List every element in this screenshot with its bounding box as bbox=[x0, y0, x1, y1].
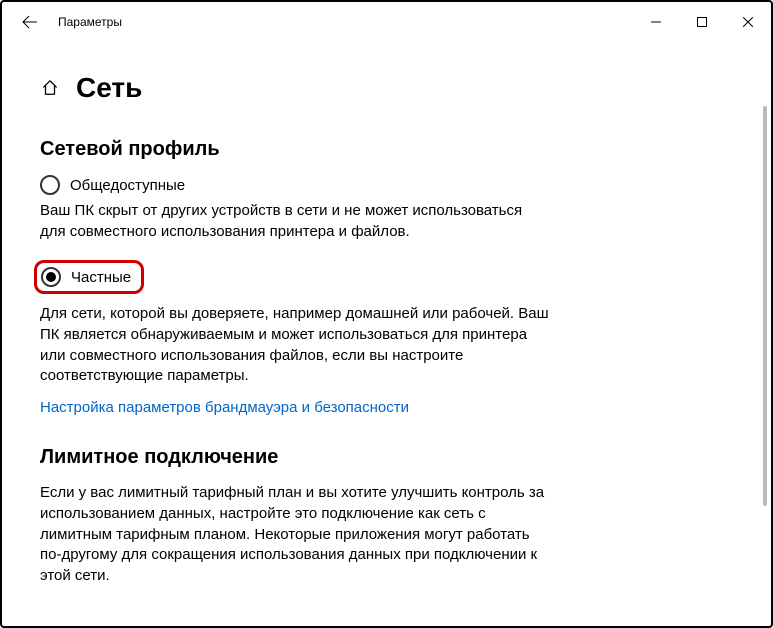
private-description: Для сети, которой вы доверяете, например… bbox=[40, 304, 550, 387]
radio-public-label: Общедоступные bbox=[70, 177, 185, 194]
radio-private[interactable]: Частные bbox=[41, 267, 131, 287]
close-button[interactable] bbox=[725, 2, 771, 42]
firewall-settings-link[interactable]: Настройка параметров брандмауэра и безоп… bbox=[40, 399, 727, 416]
home-icon[interactable] bbox=[40, 78, 60, 98]
metered-description: Если у вас лимитный тарифный план и вы х… bbox=[40, 483, 550, 586]
page-header: Сеть bbox=[40, 72, 727, 104]
page-title: Сеть bbox=[76, 72, 142, 104]
network-profile-heading: Сетевой профиль bbox=[40, 138, 727, 161]
highlight-annotation: Частные bbox=[34, 260, 144, 294]
settings-window: Параметры bbox=[0, 0, 773, 628]
scrollbar-thumb[interactable] bbox=[763, 106, 767, 506]
radio-icon bbox=[41, 267, 61, 287]
arrow-left-icon bbox=[22, 14, 38, 30]
back-button[interactable] bbox=[10, 2, 50, 42]
titlebar: Параметры bbox=[2, 2, 771, 42]
metered-heading: Лимитное подключение bbox=[40, 446, 727, 469]
radio-icon bbox=[40, 175, 60, 195]
content-area: Сеть Сетевой профиль Общедоступные Ваш П… bbox=[2, 42, 757, 626]
maximize-icon bbox=[697, 17, 707, 27]
maximize-button[interactable] bbox=[679, 2, 725, 42]
close-icon bbox=[743, 17, 753, 27]
minimize-button[interactable] bbox=[633, 2, 679, 42]
radio-public[interactable]: Общедоступные bbox=[40, 175, 727, 195]
minimize-icon bbox=[651, 17, 661, 27]
scrollbar[interactable] bbox=[759, 42, 769, 624]
public-description: Ваш ПК скрыт от других устройств в сети … bbox=[40, 201, 550, 242]
radio-private-label: Частные bbox=[71, 269, 131, 286]
window-title: Параметры bbox=[58, 15, 122, 29]
window-controls bbox=[633, 2, 771, 42]
